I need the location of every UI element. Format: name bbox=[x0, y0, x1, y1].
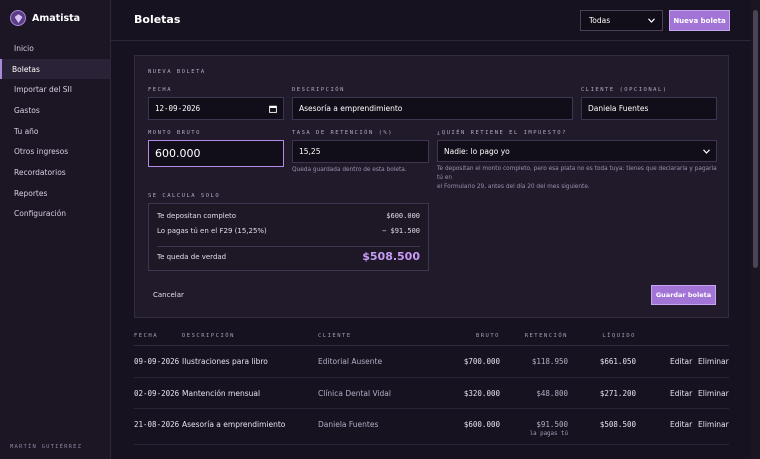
form-heading: NUEVA BOLETA bbox=[148, 69, 206, 75]
table-row: 09-09-2026 Ilustraciones para libro Edit… bbox=[134, 346, 729, 378]
row-liquido: $661.050 bbox=[599, 357, 636, 366]
depositan-label: Te depositan completo bbox=[157, 212, 237, 220]
row-cliente: Editorial Ausente bbox=[318, 357, 383, 366]
filter-select[interactable]: Todas bbox=[580, 10, 663, 31]
retiene-label: ¿QUIÉN RETIENE EL IMPUESTO? bbox=[437, 130, 567, 136]
depositan-amount: $600.000 bbox=[386, 212, 420, 220]
row-bruto: $700.000 bbox=[463, 357, 500, 366]
table-row: 21-08-2026 Asesoría a emprendimiento Dan… bbox=[134, 409, 729, 445]
row-retencion: $118.950 bbox=[531, 357, 568, 366]
calc-row-depositan: Te depositan completo $600.000 bbox=[157, 212, 420, 220]
sidebar-item-importar-sii[interactable]: Importar del SII bbox=[0, 79, 110, 100]
row-bruto: $320.000 bbox=[463, 388, 500, 398]
pagas-amount: − $91.500 bbox=[382, 227, 420, 235]
row-liquido: $271.200 bbox=[599, 388, 636, 398]
cancel-button[interactable]: Cancelar bbox=[153, 291, 184, 299]
row-descripcion: Mantención mensual bbox=[182, 388, 261, 398]
row-cliente: Clínica Dental Vidal bbox=[318, 388, 391, 398]
edit-button[interactable]: Editar bbox=[670, 389, 692, 398]
header-fecha[interactable]: FECHA bbox=[134, 333, 158, 339]
sidebar-nav: Inicio Boletas Importar del SII Gastos T… bbox=[0, 38, 110, 224]
header-liquido[interactable]: LÍQUIDO bbox=[574, 333, 636, 339]
app-name: Amatista bbox=[32, 12, 81, 24]
fecha-label: FECHA bbox=[148, 87, 173, 93]
row-bruto: $600.000 bbox=[463, 420, 500, 429]
row-descripcion: Ilustraciones para libro bbox=[182, 357, 268, 366]
row-cliente: Daniela Fuentes bbox=[318, 420, 379, 429]
fecha-value: 12-09-2026 bbox=[155, 104, 201, 113]
descripcion-input[interactable]: Asesoría a emprendimiento bbox=[292, 97, 573, 120]
retiene-hint-line-1: Te depositan el monto completo, pero esa… bbox=[437, 166, 717, 181]
header-descripcion[interactable]: DESCRIPCIÓN bbox=[182, 333, 235, 339]
save-boleta-button[interactable]: Guardar boleta bbox=[651, 285, 716, 305]
retiene-select[interactable]: Nadie: lo pago yo bbox=[437, 140, 717, 162]
row-liquido: $508.500 bbox=[599, 420, 636, 429]
new-boleta-button[interactable]: Nueva boleta bbox=[669, 10, 730, 31]
calc-heading: SE CALCULA SOLO bbox=[148, 193, 221, 199]
user-name[interactable]: MARTÍN GUTIÉRREZ bbox=[10, 444, 82, 450]
header-cliente[interactable]: CLIENTE bbox=[318, 333, 352, 339]
tasa-label: TASA DE RETENCIÓN (%) bbox=[292, 130, 394, 136]
amethyst-logo-icon bbox=[10, 10, 26, 26]
sidebar-item-recordatorios[interactable]: Recordatorios bbox=[0, 162, 110, 183]
table-header: FECHA DESCRIPCIÓN CLIENTE BRUTO RETENCIÓ… bbox=[134, 328, 729, 346]
row-retencion: $91.500 bbox=[536, 420, 568, 429]
calc-summary: Te depositan completo $600.000 Lo pagas … bbox=[148, 203, 429, 271]
scrollbar-thumb[interactable] bbox=[753, 10, 758, 268]
new-boleta-card: NUEVA BOLETA FECHA 12-09-2026 DESCRIPCIÓ… bbox=[134, 55, 729, 318]
chevron-down-icon bbox=[703, 148, 710, 154]
tasa-hint: Queda guardada dentro de esta boleta. bbox=[292, 167, 407, 173]
delete-button[interactable]: Eliminar bbox=[698, 357, 729, 366]
edit-button[interactable]: Editar bbox=[670, 420, 692, 429]
row-fecha: 21-08-2026 bbox=[134, 420, 180, 429]
scrollbar[interactable] bbox=[751, 0, 760, 459]
chevron-down-icon bbox=[648, 18, 655, 23]
queda-label: Te queda de verdad bbox=[157, 252, 227, 261]
brand[interactable]: Amatista bbox=[10, 10, 80, 26]
sidebar-item-reportes[interactable]: Reportes bbox=[0, 183, 110, 204]
descripcion-label: DESCRIPCIÓN bbox=[292, 87, 345, 93]
row-descripcion: Asesoría a emprendimiento bbox=[182, 420, 286, 429]
retiene-hint-line-2: el Formulario 29, antes del día 20 del m… bbox=[437, 184, 590, 190]
delete-button[interactable]: Eliminar bbox=[698, 389, 729, 398]
boletas-table: FECHA DESCRIPCIÓN CLIENTE BRUTO RETENCIÓ… bbox=[134, 328, 729, 445]
pagas-label: Lo pagas tú en el F29 (15,25%) bbox=[157, 227, 267, 235]
retencion-note: la pagas tú bbox=[529, 431, 568, 437]
sidebar-item-inicio[interactable]: Inicio bbox=[0, 38, 110, 59]
calc-row-queda: Te queda de verdad $508.500 bbox=[157, 250, 420, 263]
monto-label: MONTO BRUTO bbox=[148, 130, 201, 136]
sidebar-item-boletas[interactable]: Boletas bbox=[0, 58, 110, 80]
monto-bruto-input[interactable]: 600.000 bbox=[148, 140, 284, 167]
queda-amount: $508.500 bbox=[362, 250, 420, 263]
edit-button[interactable]: Editar bbox=[670, 357, 692, 366]
delete-button[interactable]: Eliminar bbox=[698, 420, 729, 429]
topbar: Boletas Todas Nueva boleta bbox=[111, 0, 751, 41]
row-fecha: 02-09-2026 bbox=[134, 388, 180, 398]
sidebar-item-tu-ano[interactable]: Tu año bbox=[0, 121, 110, 142]
sidebar-item-gastos[interactable]: Gastos bbox=[0, 100, 110, 121]
sidebar-item-configuracion[interactable]: Configuración bbox=[0, 204, 110, 225]
table-row: 02-09-2026 Mantención mensual Clínica De… bbox=[134, 378, 729, 409]
cliente-input[interactable]: Daniela Fuentes bbox=[581, 97, 717, 120]
sidebar-item-otros-ingresos[interactable]: Otros ingresos bbox=[0, 141, 110, 162]
retiene-select-value: Nadie: lo pago yo bbox=[444, 146, 510, 156]
sidebar: Amatista Inicio Boletas Importar del SII… bbox=[0, 0, 111, 459]
calc-row-pagas: Lo pagas tú en el F29 (15,25%) − $91.500 bbox=[157, 227, 420, 235]
row-fecha: 09-09-2026 bbox=[134, 357, 180, 366]
header-bruto[interactable]: BRUTO bbox=[434, 333, 500, 339]
retiene-hint: Te depositan el monto completo, pero esa… bbox=[437, 165, 719, 192]
page-title: Boletas bbox=[134, 13, 181, 26]
cliente-label: CLIENTE (OPCIONAL) bbox=[581, 87, 668, 93]
header-retencion[interactable]: RETENCIÓN bbox=[504, 333, 568, 339]
calc-divider bbox=[157, 246, 420, 247]
row-retencion: $48.800 bbox=[536, 388, 568, 398]
filter-select-value: Todas bbox=[589, 16, 611, 25]
fecha-field[interactable]: 12-09-2026 bbox=[148, 97, 284, 120]
calendar-icon[interactable] bbox=[269, 105, 277, 113]
tasa-input[interactable]: 15,25 bbox=[292, 140, 429, 163]
